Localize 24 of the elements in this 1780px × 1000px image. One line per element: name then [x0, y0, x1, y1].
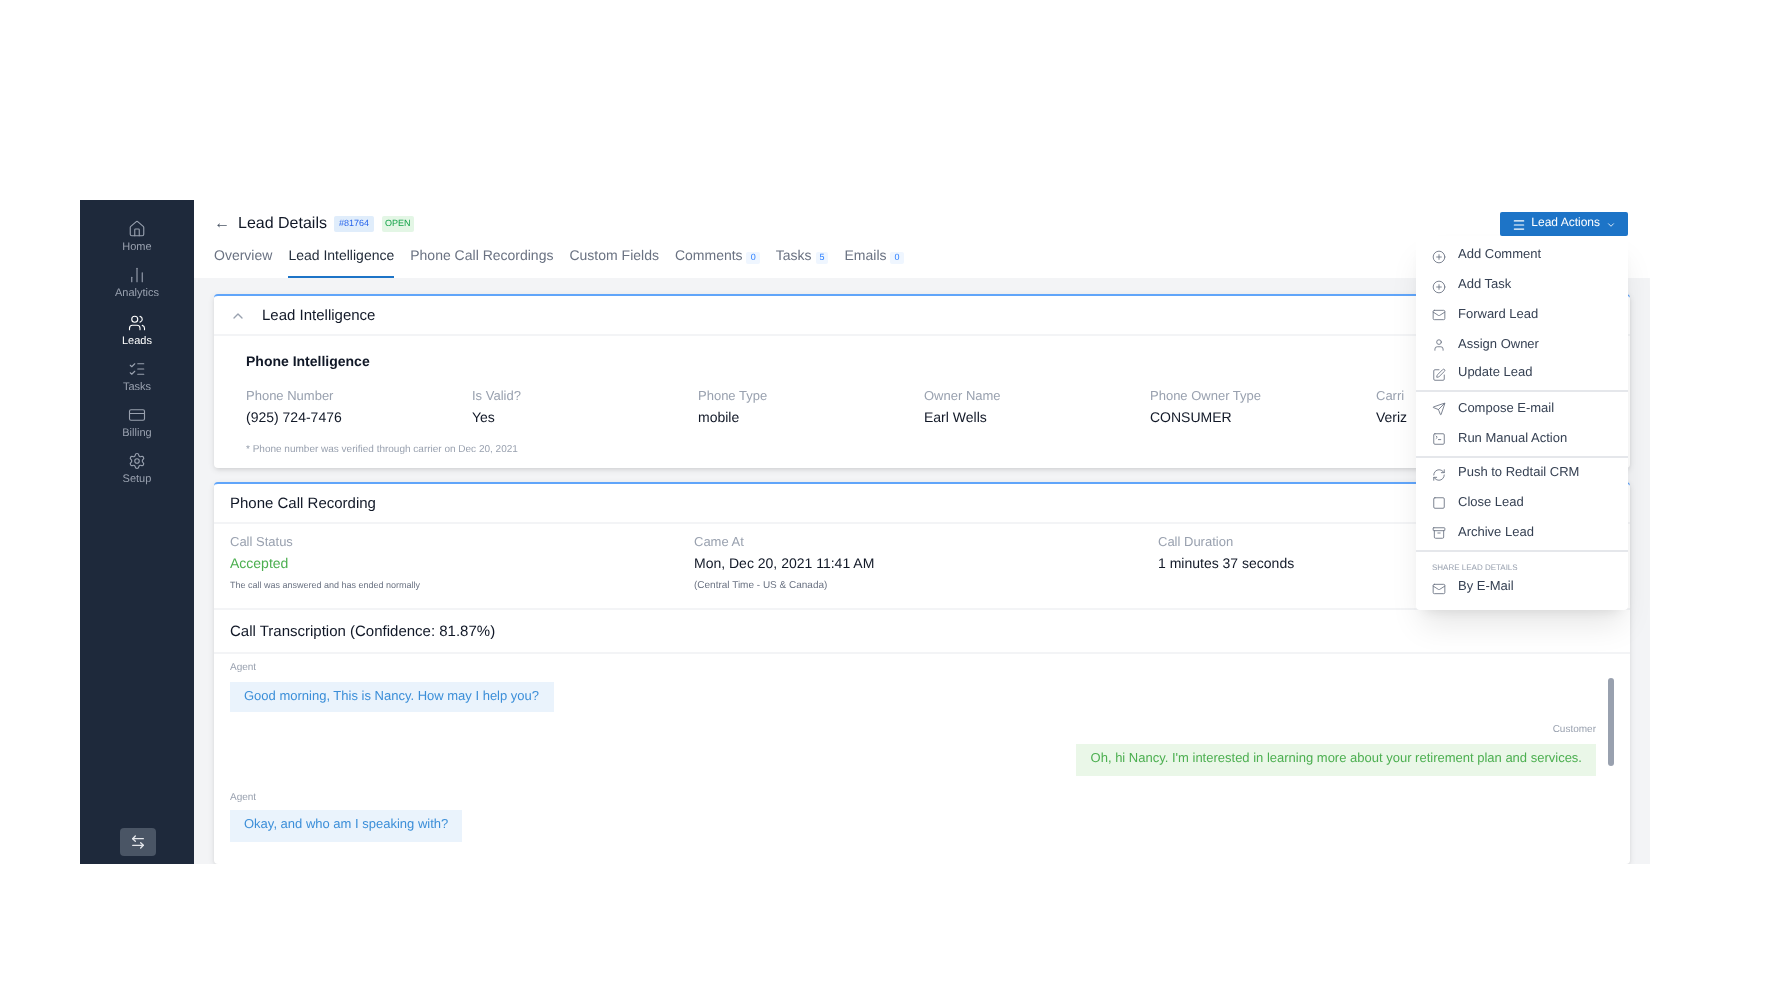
caret-icon	[1606, 219, 1616, 229]
refresh-icon	[1432, 467, 1446, 482]
chart-icon	[127, 266, 146, 285]
scrollbar[interactable]	[1608, 678, 1614, 766]
back-button[interactable]: ←	[214, 212, 230, 236]
user-icon	[1432, 337, 1446, 352]
page-title: Lead Details	[238, 212, 327, 236]
menu-icon	[1511, 217, 1526, 231]
edit-icon	[1432, 367, 1446, 382]
terminal-icon	[1432, 431, 1446, 446]
settings-icon	[127, 452, 146, 471]
archive-icon	[1432, 526, 1446, 541]
square-icon	[1432, 496, 1446, 511]
home-icon	[127, 220, 146, 238]
mail-icon	[1432, 581, 1446, 596]
plus-circle-icon	[1432, 249, 1446, 264]
swap-icon	[129, 834, 145, 850]
list-icon	[127, 359, 146, 378]
collapse-button[interactable]	[119, 828, 155, 856]
card-icon	[127, 406, 146, 424]
mail-icon	[1432, 308, 1446, 323]
plus-circle-icon	[1432, 279, 1446, 294]
send-icon	[1432, 402, 1446, 417]
users-icon	[127, 313, 146, 331]
